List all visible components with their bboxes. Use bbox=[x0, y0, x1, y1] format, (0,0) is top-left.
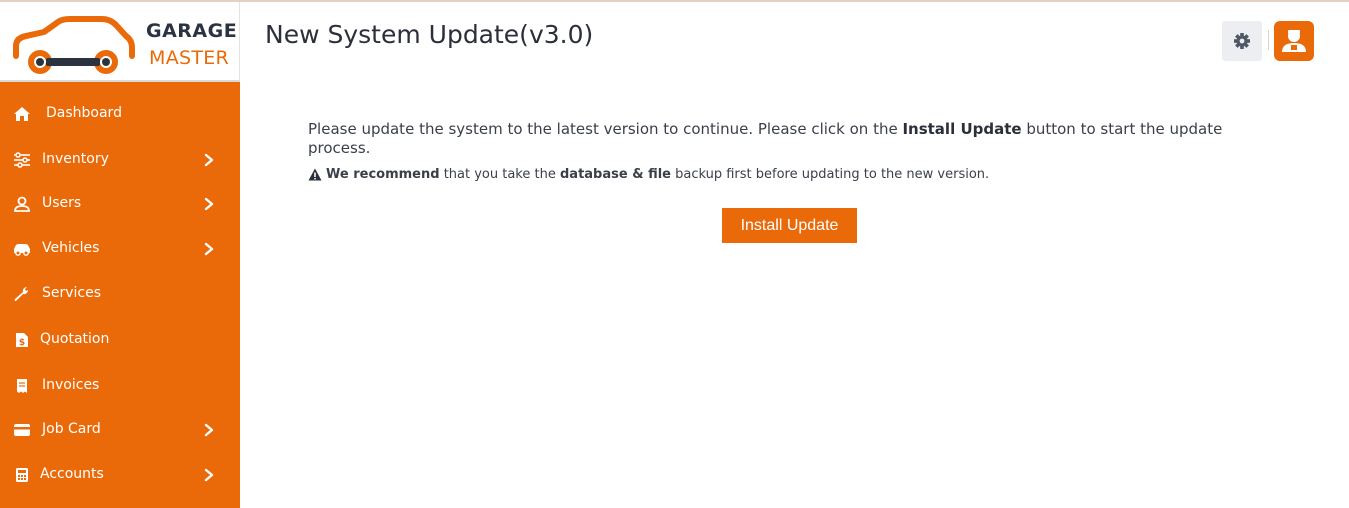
update-message-bold: Install Update bbox=[902, 120, 1022, 138]
sidebar-item-label: Quotation bbox=[40, 331, 110, 347]
sidebar-item-vehicles[interactable]: Vehicles bbox=[0, 229, 240, 269]
install-update-button[interactable]: Install Update bbox=[722, 208, 857, 243]
user-avatar-icon bbox=[1282, 30, 1306, 52]
chevron-right-icon bbox=[204, 423, 214, 437]
chevron-right-icon bbox=[204, 468, 214, 482]
warning-bold-1: We recommend bbox=[326, 167, 440, 182]
sidebar-item-label: Invoices bbox=[42, 377, 100, 393]
warning-bold-2: database & file bbox=[559, 167, 671, 182]
settings-button[interactable] bbox=[1222, 21, 1262, 61]
update-message-text-1: Please update the system to the latest v… bbox=[308, 120, 903, 138]
wrench-icon bbox=[14, 286, 29, 301]
page-title: New System Update(v3.0) bbox=[265, 20, 594, 49]
calculator-icon bbox=[16, 468, 28, 482]
svg-text:$: $ bbox=[19, 338, 25, 348]
update-message: Please update the system to the latest v… bbox=[308, 120, 1278, 158]
sidebar: GARAGE MASTER Dashboard Inventory Users … bbox=[0, 2, 240, 508]
sidebar-item-label: Dashboard bbox=[46, 105, 122, 121]
sidebar-item-label: Users bbox=[42, 195, 82, 211]
car-icon bbox=[14, 244, 30, 256]
sidebar-item-inventory[interactable]: Inventory bbox=[0, 140, 240, 180]
sidebar-item-label: Vehicles bbox=[42, 240, 100, 256]
sidebar-item-dashboard[interactable]: Dashboard bbox=[0, 94, 240, 134]
brand-logo[interactable]: GARAGE MASTER bbox=[0, 2, 240, 82]
sidebar-item-label: Accounts bbox=[40, 466, 104, 482]
sidebar-item-accounts[interactable]: Accounts bbox=[0, 455, 240, 495]
chevron-right-icon bbox=[204, 242, 214, 256]
chevron-right-icon bbox=[204, 153, 214, 167]
sidebar-item-label: Services bbox=[42, 285, 102, 301]
gear-icon bbox=[1234, 33, 1250, 49]
sliders-icon bbox=[14, 152, 30, 168]
user-icon bbox=[14, 196, 30, 212]
brand-name-line2: MASTER bbox=[149, 47, 230, 69]
sidebar-item-users[interactable]: Users bbox=[0, 184, 240, 224]
car-wrench-logo-icon bbox=[13, 16, 135, 74]
home-icon bbox=[14, 107, 30, 121]
warning-text-1: that you take the bbox=[439, 167, 560, 182]
warning-icon bbox=[308, 168, 322, 181]
user-avatar-button[interactable] bbox=[1274, 21, 1314, 61]
header-divider bbox=[1268, 30, 1269, 50]
sidebar-item-label: Inventory bbox=[42, 151, 109, 167]
receipt-icon bbox=[17, 379, 27, 393]
sidebar-item-invoices[interactable]: Invoices bbox=[0, 366, 240, 406]
sidebar-item-job-card[interactable]: Job Card bbox=[0, 410, 240, 450]
brand-name-line1: GARAGE bbox=[146, 20, 238, 42]
chevron-right-icon bbox=[204, 197, 214, 211]
credit-card-icon bbox=[14, 424, 30, 436]
sidebar-item-label: Job Card bbox=[42, 421, 101, 437]
backup-warning: We recommend that you take the database … bbox=[308, 167, 989, 182]
sidebar-item-quotation[interactable]: $ Quotation bbox=[0, 320, 240, 360]
sidebar-item-services[interactable]: Services bbox=[0, 274, 240, 314]
warning-text-2: backup first before updating to the new … bbox=[670, 167, 990, 182]
file-dollar-icon: $ bbox=[16, 333, 28, 348]
